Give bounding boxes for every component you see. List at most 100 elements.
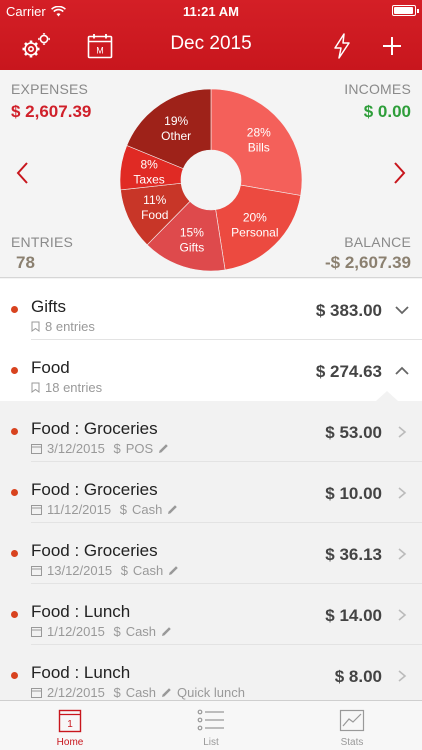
transaction-meta: 11/12/2015 $ Cash — [31, 502, 178, 517]
status-bar: Carrier 11:21 AM — [0, 0, 422, 22]
balance-value: -$ 2,607.39 — [324, 253, 411, 272]
incomes-label: INCOMES — [344, 81, 411, 97]
calendar-icon — [31, 688, 42, 698]
dollar-icon: $ — [117, 563, 128, 578]
transaction-name: Food : Groceries — [31, 419, 158, 438]
transaction-date: 1/12/2015 — [47, 624, 105, 639]
tab-stats[interactable]: Stats — [282, 701, 422, 750]
next-month-button[interactable] — [388, 158, 410, 188]
pie-category-label: Bills — [248, 141, 270, 155]
calendar-icon — [31, 566, 42, 576]
category-dot — [11, 306, 18, 313]
summary-panel: EXPENSES $ 2,607.39 INCOMES $ 0.00 28% Bi… — [0, 70, 422, 278]
transaction-row[interactable]: Food : Groceries 11/12/2015 $ Cash $ 10.… — [0, 462, 422, 523]
expenses-pie-chart[interactable]: 28%Bills 20%Personal 15%Gifts 11%Food 8%Taxe… — [120, 89, 302, 271]
transaction-row[interactable]: Food : Groceries 3/12/2015 $ POS $ 53.00 — [0, 401, 422, 462]
calendar-icon — [31, 505, 42, 515]
entries-value: 78 — [16, 253, 35, 272]
bookmark-icon — [31, 321, 40, 332]
transaction-meta: 2/12/2015 $ Cash Quick lunch — [31, 685, 245, 700]
transaction-row[interactable]: Food : Lunch 1/12/2015 $ Cash $ 14.00 — [0, 584, 422, 645]
transaction-amount: $ 36.13 — [325, 545, 382, 564]
pie-percent-label: 19% — [164, 114, 188, 128]
transaction-name: Food : Groceries — [31, 541, 158, 560]
transaction-name: Food : Lunch — [31, 663, 131, 682]
transaction-amount: $ 53.00 — [325, 423, 382, 442]
transaction-row[interactable]: Food : Lunch 2/12/2015 $ Cash Quick lunc… — [0, 645, 422, 700]
entries-label: ENTRIES — [11, 234, 74, 250]
category-amount: $ 274.63 — [315, 362, 382, 381]
pencil-icon — [159, 444, 168, 453]
transaction-date: 3/12/2015 — [47, 441, 105, 456]
tab-label: Home — [56, 737, 84, 748]
category-row-food[interactable]: Food 18 entries $ 274.63 — [0, 340, 422, 401]
category-entries: 18 entries — [45, 380, 103, 395]
chevron-right-icon[interactable] — [394, 547, 410, 561]
plus-icon — [383, 37, 401, 55]
category-name: Food — [31, 358, 70, 377]
pie-category-label: Personal — [231, 226, 278, 240]
pencil-icon — [162, 627, 171, 636]
transaction-dot — [11, 611, 18, 618]
calendar-icon — [31, 444, 42, 454]
chevron-right-icon[interactable] — [394, 608, 410, 622]
transaction-date: 13/12/2015 — [47, 563, 113, 578]
tab-bar: 1 Home List Stats — [0, 700, 422, 750]
transaction-name: Food : Lunch — [31, 602, 131, 621]
category-meta: 18 entries — [31, 380, 102, 395]
expenses-label: EXPENSES — [11, 81, 89, 97]
tab-label: List — [203, 737, 219, 748]
transaction-note: Quick lunch — [177, 685, 245, 700]
status-time: 11:21 AM — [183, 4, 239, 19]
home-badge: 1 — [67, 719, 73, 730]
transaction-date: 11/12/2015 — [47, 502, 112, 517]
pie-percent-label: 11% — [143, 193, 166, 207]
dollar-icon: $ — [109, 685, 121, 700]
category-meta: 8 entries — [31, 319, 95, 334]
stats-chart-icon — [339, 709, 365, 732]
chevron-up-icon[interactable] — [394, 364, 410, 378]
previous-month-button[interactable] — [12, 158, 34, 188]
dollar-icon: $ — [109, 624, 121, 639]
pencil-icon — [168, 505, 178, 514]
transaction-name: Food : Groceries — [31, 480, 158, 499]
transaction-dot — [11, 489, 18, 496]
list-icon — [197, 709, 224, 731]
home-calendar-icon: 1 — [58, 709, 82, 733]
pie-category-label: Gifts — [180, 241, 205, 255]
chevron-right-icon[interactable] — [394, 486, 410, 500]
pie-category-label: Taxes — [133, 172, 164, 186]
transaction-method: POS — [125, 441, 154, 456]
tab-home[interactable]: 1 Home — [0, 701, 140, 750]
transaction-meta: 13/12/2015 $ Cash — [31, 563, 179, 578]
pie-category-label: Other — [161, 129, 191, 143]
quick-add-button[interactable] — [324, 28, 360, 64]
transaction-row[interactable]: Food : Groceries 13/12/2015 $ Cash $ 36.… — [0, 523, 422, 584]
pencil-icon — [169, 566, 179, 575]
transaction-dot — [11, 550, 18, 557]
nav-bar: M Dec 2015 — [0, 22, 422, 70]
bookmark-icon — [31, 382, 40, 393]
transaction-amount: $ 8.00 — [334, 667, 382, 686]
chevron-down-icon[interactable] — [394, 303, 410, 317]
tab-list[interactable]: List — [141, 701, 281, 750]
add-button[interactable] — [374, 28, 410, 64]
pie-percent-label: 20% — [243, 211, 267, 225]
chevron-right-icon[interactable] — [394, 425, 410, 439]
lightning-icon — [334, 33, 350, 59]
pie-percent-label: 28% — [247, 126, 271, 140]
category-dot — [11, 367, 18, 374]
category-name: Gifts — [31, 297, 66, 316]
chevron-right-icon[interactable] — [394, 669, 410, 683]
transaction-method: Cash — [132, 563, 164, 578]
category-entries: 8 entries — [45, 319, 95, 334]
pencil-icon — [162, 688, 171, 697]
top-bar: Carrier 11:21 AM M Dec 2015 — [0, 0, 422, 70]
transaction-amount: $ 10.00 — [325, 484, 382, 503]
transaction-dot — [11, 672, 18, 679]
battery-icon — [392, 5, 419, 16]
category-row-gifts[interactable]: Gifts 8 entries $ 383.00 — [0, 279, 422, 340]
expense-list[interactable]: Gifts 8 entries $ 383.00 Food 18 entries… — [0, 279, 422, 700]
transaction-meta: 3/12/2015 $ POS — [31, 441, 169, 456]
transaction-method: Cash — [125, 685, 157, 700]
